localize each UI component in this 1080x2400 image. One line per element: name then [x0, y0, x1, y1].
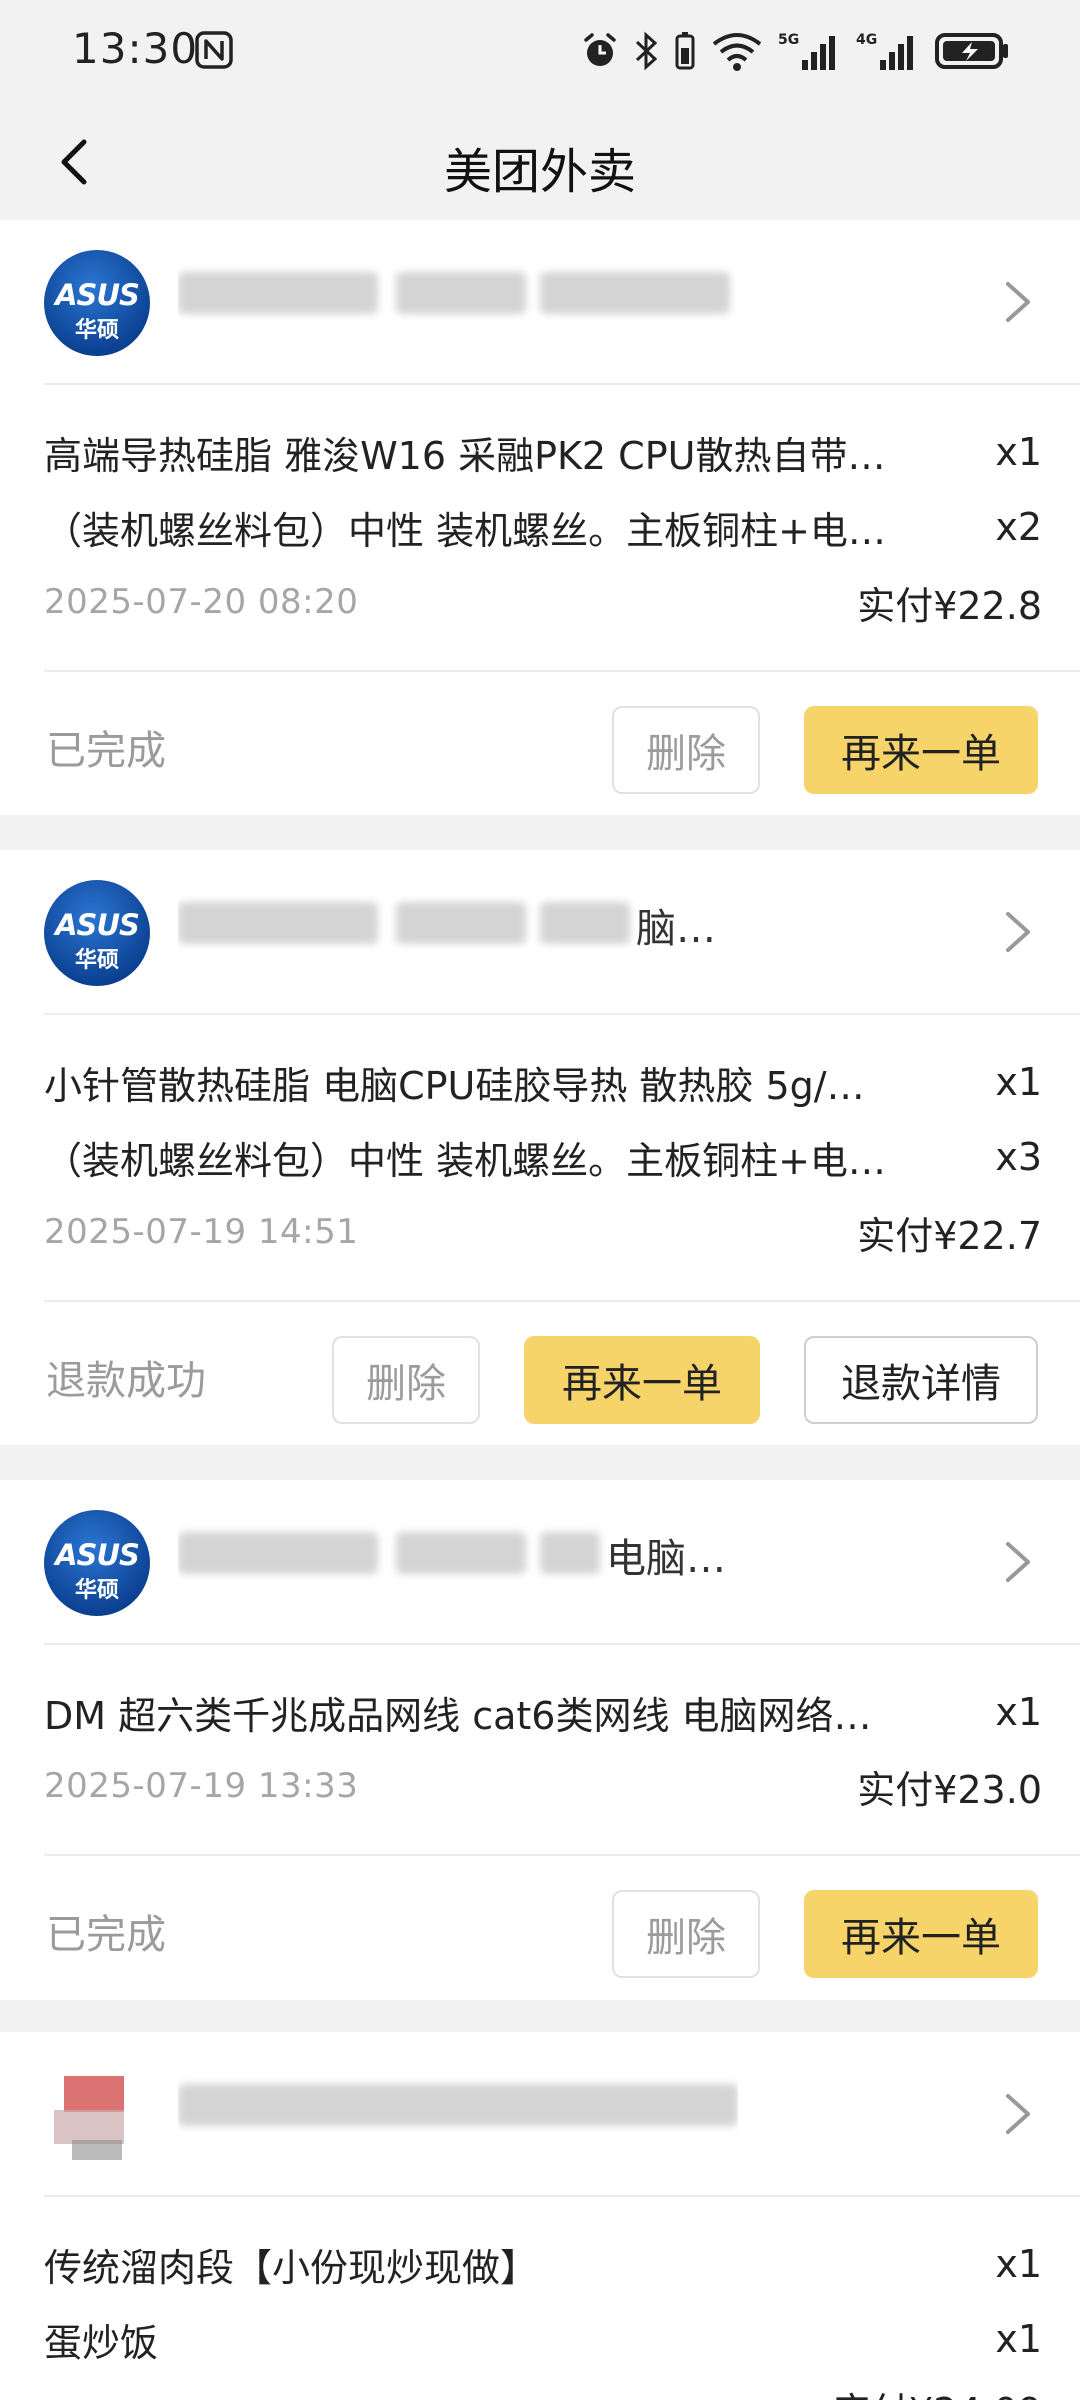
- status-time: 13:30: [72, 24, 199, 73]
- item-qty: x2: [995, 505, 1042, 549]
- store-header[interactable]: ASUS 华硕 脑…: [0, 850, 1080, 1013]
- svg-text:4G: 4G: [856, 32, 877, 48]
- order-status: 退款成功: [46, 1358, 206, 1404]
- item-qty: x3: [995, 1135, 1042, 1179]
- order-time: 2025-07-19 14:51: [44, 1212, 359, 1252]
- order-item: DM 超六类千兆成品网线 cat6类网线 电脑网络… x1: [44, 1682, 1042, 1742]
- status-bar: 13:30 5G 4G: [0, 0, 1080, 104]
- delete-button[interactable]: 删除: [612, 1890, 760, 1978]
- order-status: 已完成: [46, 728, 166, 774]
- order-time: 2025-07-19 13:33: [44, 1766, 359, 1806]
- nfc-icon: [195, 31, 233, 69]
- status-icons: 5G 4G: [580, 24, 1010, 78]
- order-meta: 2025-07-20 08:20 实付¥22.8: [44, 574, 1042, 630]
- order-card[interactable]: ASUS 华硕 脑… 小针管散热硅脂 电脑CPU硅胶导热 散热胶 5g/… x1…: [0, 850, 1080, 1445]
- item-name: 高端导热硅脂 雅浚W16 采融PK2 CPU散热自带…: [44, 433, 886, 478]
- refund-details-button[interactable]: 退款详情: [804, 1336, 1038, 1424]
- store-header[interactable]: ASUS 华硕: [0, 220, 1080, 383]
- store-name-blurred: 电脑…: [178, 1522, 738, 1580]
- item-name: DM 超六类千兆成品网线 cat6类网线 电脑网络…: [44, 1693, 872, 1738]
- delete-button[interactable]: 删除: [612, 706, 760, 794]
- store-logo: ASUS 华硕: [44, 1510, 150, 1616]
- divider: [44, 383, 1080, 385]
- divider: [44, 1013, 1080, 1015]
- item-qty: x1: [995, 1690, 1042, 1734]
- store-logo: [44, 2062, 150, 2168]
- store-name-blurred: [178, 262, 738, 320]
- order-item: 蛋炒饭 x1: [44, 2309, 1042, 2369]
- order-item: 传统溜肉段【小份现炒现做】 x1: [44, 2234, 1042, 2294]
- reorder-button[interactable]: 再来一单: [804, 1890, 1038, 1978]
- order-item: （装机螺丝料包）中性 装机螺丝。主板铜柱+电… x2: [44, 497, 1042, 557]
- chevron-right-icon[interactable]: [1000, 2090, 1036, 2138]
- store-name-text: 脑…: [636, 906, 716, 950]
- order-actions: 退款成功 删除 再来一单 退款详情: [0, 1302, 1080, 1442]
- signal-4g-icon: 4G: [856, 32, 913, 70]
- order-paid-amount: 实付¥24.09: [833, 2381, 1042, 2400]
- order-paid-amount: 实付¥23.0: [857, 1767, 1042, 1812]
- store-name-blurred: [178, 2074, 738, 2132]
- item-name: （装机螺丝料包）中性 装机螺丝。主板铜柱+电…: [44, 1138, 886, 1183]
- vibrate-battery-icon: [675, 32, 695, 70]
- chevron-right-icon[interactable]: [1000, 908, 1036, 956]
- store-header[interactable]: [0, 2032, 1080, 2195]
- order-status: 已完成: [46, 1912, 166, 1958]
- bluetooth-icon: [635, 31, 658, 71]
- divider: [44, 2195, 1080, 2197]
- order-meta: 实付¥24.09: [44, 2380, 1042, 2400]
- order-paid-amount: 实付¥22.7: [857, 1213, 1042, 1258]
- svg-text:5G: 5G: [778, 32, 799, 48]
- order-item: 高端导热硅脂 雅浚W16 采融PK2 CPU散热自带… x1: [44, 422, 1042, 482]
- divider: [44, 1643, 1080, 1645]
- item-name: 传统溜肉段【小份现炒现做】: [44, 2245, 539, 2290]
- wifi-icon: [712, 33, 762, 71]
- item-qty: x1: [995, 2317, 1042, 2361]
- battery-charging-icon: [935, 33, 1008, 69]
- order-card[interactable]: 传统溜肉段【小份现炒现做】 x1 蛋炒饭 x1 实付¥24.09: [0, 2032, 1080, 2400]
- page-title: 美团外卖: [443, 144, 636, 200]
- item-name: 蛋炒饭: [44, 2320, 159, 2365]
- store-name-text: 电脑…: [606, 1536, 726, 1580]
- reorder-button[interactable]: 再来一单: [524, 1336, 760, 1424]
- item-qty: x1: [995, 430, 1042, 474]
- order-meta: 2025-07-19 14:51 实付¥22.7: [44, 1204, 1042, 1260]
- item-qty: x1: [995, 2242, 1042, 2286]
- store-logo: ASUS 华硕: [44, 250, 150, 356]
- signal-5g-icon: 5G: [778, 32, 835, 70]
- item-name: 小针管散热硅脂 电脑CPU硅胶导热 散热胶 5g/…: [44, 1063, 865, 1108]
- nav-bar: 美团外卖: [0, 104, 1080, 220]
- store-header[interactable]: ASUS 华硕 电脑…: [0, 1480, 1080, 1643]
- chevron-right-icon[interactable]: [1000, 278, 1036, 326]
- item-name: （装机螺丝料包）中性 装机螺丝。主板铜柱+电…: [44, 508, 886, 553]
- order-card[interactable]: ASUS 华硕 电脑… DM 超六类千兆成品网线 cat6类网线 电脑网络… x…: [0, 1480, 1080, 2000]
- order-paid-amount: 实付¥22.8: [857, 583, 1042, 628]
- store-logo: ASUS 华硕: [44, 880, 150, 986]
- store-name-blurred: 脑…: [178, 892, 738, 950]
- order-actions: 已完成 删除 再来一单: [0, 672, 1080, 812]
- item-qty: x1: [995, 1060, 1042, 1104]
- reorder-button[interactable]: 再来一单: [804, 706, 1038, 794]
- order-actions: 已完成 删除 再来一单: [0, 1856, 1080, 1996]
- order-card[interactable]: ASUS 华硕 高端导热硅脂 雅浚W16 采融PK2 CPU散热自带… x1 （…: [0, 220, 1080, 815]
- order-meta: 2025-07-19 13:33 实付¥23.0: [44, 1758, 1042, 1814]
- order-item: 小针管散热硅脂 电脑CPU硅胶导热 散热胶 5g/… x1: [44, 1052, 1042, 1112]
- alarm-icon: [584, 33, 616, 66]
- delete-button[interactable]: 删除: [332, 1336, 480, 1424]
- chevron-right-icon[interactable]: [1000, 1538, 1036, 1586]
- order-item: （装机螺丝料包）中性 装机螺丝。主板铜柱+电… x3: [44, 1127, 1042, 1187]
- order-time: 2025-07-20 08:20: [44, 582, 359, 622]
